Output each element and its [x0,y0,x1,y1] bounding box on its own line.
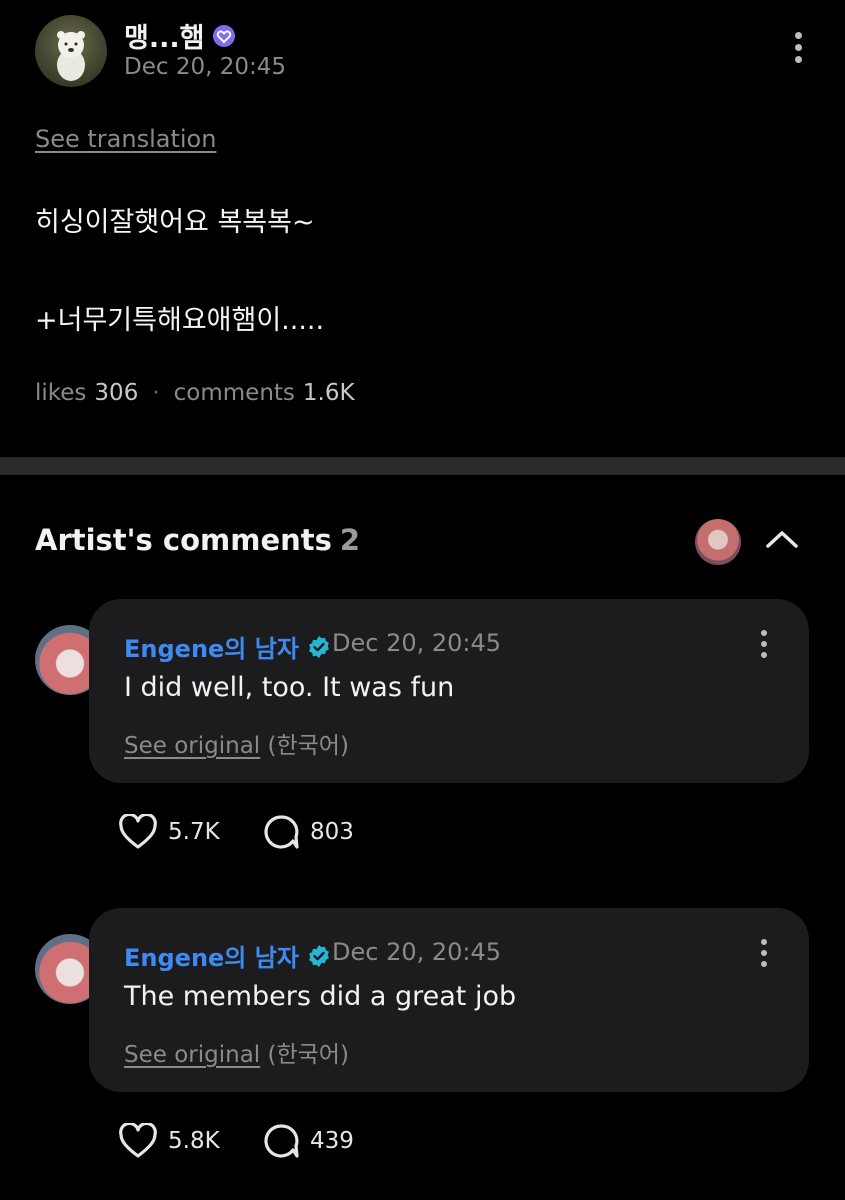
reply-count: 439 [310,1128,354,1154]
like-count: 5.8K [168,1128,220,1154]
like-button[interactable]: 5.8K [118,1123,220,1159]
original-language: (한국어) [267,1042,349,1068]
original-language: (한국어) [267,733,349,759]
post-body-line-1: 히싱이잘햇어요 복복복~ [35,207,315,238]
see-original-row: See original (한국어) [124,1035,349,1069]
like-button[interactable]: 5.7K [118,814,220,850]
chevron-up-icon[interactable] [762,524,802,554]
comment-text: The members did a great job [124,981,517,1012]
section-divider [0,457,845,475]
artist-comments-count: 2 [339,523,361,557]
comments-count: 1.6K [302,380,355,406]
comment-timestamp: Dec 20, 20:45 [332,629,502,657]
see-original-link[interactable]: See original [124,1042,260,1068]
post-stats: likes 306 · comments 1.6K [35,380,355,406]
verified-badge-icon [309,944,329,967]
artist-avatar-small[interactable] [695,519,741,565]
author-name-text: 맹...햄 [124,23,205,54]
reply-button[interactable]: 439 [262,1123,354,1159]
commenter-name-text: Engene의 남자 [124,944,299,972]
comment-bubble-icon [264,815,299,849]
post-body-line-2: +너무기특해요애햄이..... [35,305,325,336]
comment-text: I did well, too. It was fun [124,672,455,703]
see-original-link[interactable]: See original [124,733,260,759]
more-vertical-icon[interactable] [788,32,808,70]
comment-bubble-icon [264,1124,299,1158]
like-count: 5.7K [168,819,220,845]
verified-badge-icon [213,24,236,47]
verified-badge-icon [309,635,329,658]
heart-icon [119,814,157,849]
artist-comments-label: Artist's comments [35,523,332,557]
commenter-name[interactable]: Engene의 남자 [124,938,331,973]
reply-count: 803 [310,819,354,845]
comment-timestamp: Dec 20, 20:45 [332,938,502,966]
see-original-row: See original (한국어) [124,726,349,760]
polar-bear-figure [57,31,85,81]
likes-label: likes [35,380,87,406]
comments-label: comments [173,380,295,406]
heart-icon [119,1123,157,1158]
commenter-name[interactable]: Engene의 남자 [124,629,331,664]
reply-button[interactable]: 803 [262,814,354,850]
author-name[interactable]: 맹...햄 [124,16,236,55]
author-avatar[interactable] [35,15,107,87]
more-vertical-icon[interactable] [754,630,774,660]
stats-separator: · [152,380,160,406]
post-timestamp: Dec 20, 20:45 [124,54,286,80]
more-vertical-icon[interactable] [754,939,774,969]
artist-comments-title: Artist's comments 2 [35,523,360,557]
see-translation-link[interactable]: See translation [35,125,216,153]
commenter-name-text: Engene의 남자 [124,635,299,663]
likes-count: 306 [94,380,139,406]
